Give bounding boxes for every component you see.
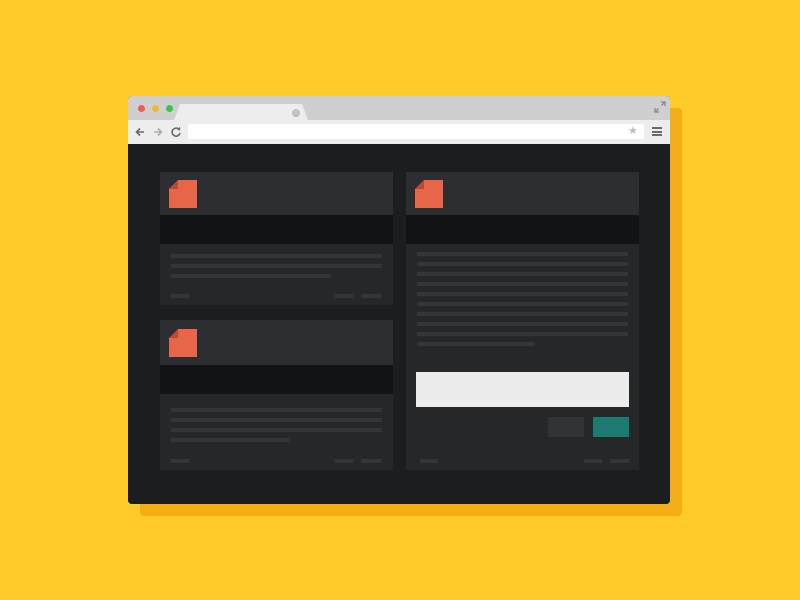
tab-close-icon[interactable] xyxy=(292,109,300,117)
browser-tab[interactable] xyxy=(174,104,308,120)
card-footer-action[interactable] xyxy=(361,294,381,298)
card-subheader xyxy=(406,215,639,244)
card-header xyxy=(160,320,393,365)
close-dot[interactable] xyxy=(138,105,145,112)
card-right-expanded xyxy=(406,172,639,470)
reload-icon[interactable] xyxy=(170,126,182,138)
card-footer-right[interactable] xyxy=(335,459,353,463)
browser-toolbar: ★ xyxy=(128,120,670,144)
back-arrow-icon[interactable] xyxy=(134,126,146,138)
document-icon xyxy=(169,329,197,357)
comment-textarea[interactable] xyxy=(416,372,629,407)
card-body-text xyxy=(171,408,382,448)
card-bottom-left xyxy=(160,320,393,470)
card-footer-action[interactable] xyxy=(610,459,629,463)
card-body-text xyxy=(171,254,382,284)
submit-button[interactable] xyxy=(593,417,629,437)
card-footer-right[interactable] xyxy=(584,459,602,463)
document-icon xyxy=(415,180,443,208)
cancel-button[interactable] xyxy=(548,417,584,437)
page-viewport xyxy=(128,144,670,504)
card-subheader xyxy=(160,365,393,394)
card-header xyxy=(160,172,393,215)
card-footer-right[interactable] xyxy=(335,294,353,298)
card-body-text xyxy=(417,252,628,352)
forward-arrow-icon[interactable] xyxy=(152,126,164,138)
star-icon[interactable]: ★ xyxy=(628,124,638,139)
card-footer-action[interactable] xyxy=(361,459,381,463)
card-subheader xyxy=(160,215,393,244)
document-icon xyxy=(169,180,197,208)
maximize-dot[interactable] xyxy=(166,105,173,112)
card-footer-left[interactable] xyxy=(171,459,189,463)
menu-icon[interactable] xyxy=(652,127,662,136)
card-footer-left[interactable] xyxy=(420,459,438,463)
title-bar xyxy=(128,96,670,120)
address-bar[interactable] xyxy=(188,124,644,139)
card-header xyxy=(406,172,639,215)
card-top-left xyxy=(160,172,393,305)
minimize-dot[interactable] xyxy=(152,105,159,112)
browser-window: ★ xyxy=(128,96,670,504)
expand-icon[interactable] xyxy=(654,101,666,113)
card-footer-left[interactable] xyxy=(171,294,189,298)
